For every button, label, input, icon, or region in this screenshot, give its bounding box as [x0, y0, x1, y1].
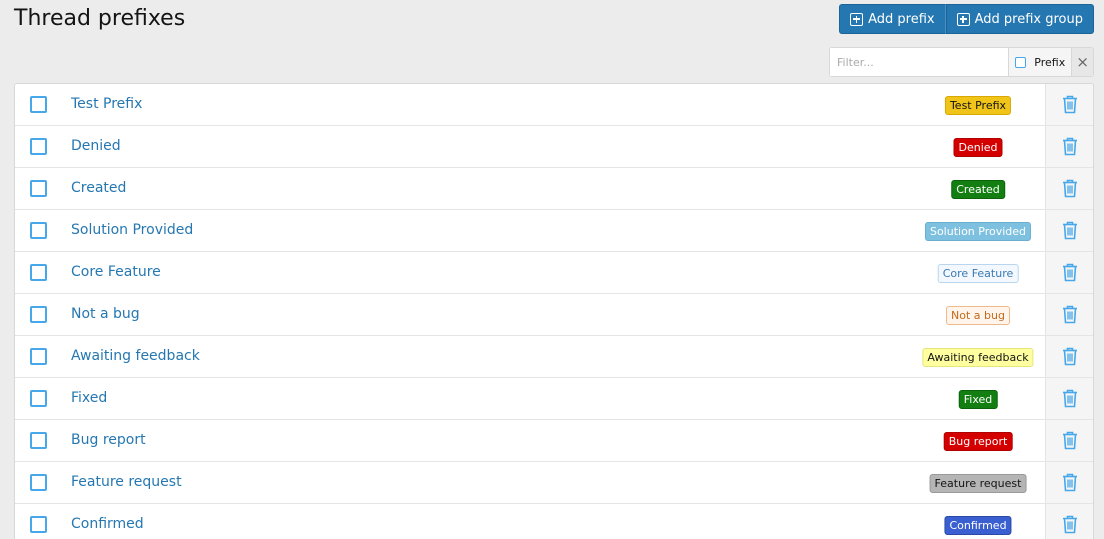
toolbar-button-group: Add prefix Add prefix group	[839, 4, 1094, 34]
page-title: Thread prefixes	[14, 6, 186, 31]
filter-prefix-label: Prefix	[1034, 55, 1066, 69]
row-checkbox[interactable]	[30, 474, 47, 491]
plus-square-icon	[956, 12, 970, 26]
row-checkbox[interactable]	[30, 348, 47, 365]
list-item: Denied Denied	[15, 126, 1093, 168]
list-item: Created Created	[15, 168, 1093, 210]
prefix-title-link[interactable]: Feature request	[71, 474, 182, 490]
row-checkbox[interactable]	[30, 222, 47, 239]
trash-icon	[1062, 473, 1078, 492]
filter-prefix-option[interactable]: Prefix	[1008, 48, 1072, 76]
delete-button[interactable]	[1045, 126, 1093, 167]
row-checkbox[interactable]	[30, 180, 47, 197]
prefix-title-link[interactable]: Core Feature	[71, 264, 161, 280]
delete-button[interactable]	[1045, 84, 1093, 125]
delete-button[interactable]	[1045, 378, 1093, 419]
filter-bar: Prefix ×	[829, 47, 1094, 77]
row-checkbox[interactable]	[30, 432, 47, 449]
trash-icon	[1062, 305, 1078, 324]
row-checkbox[interactable]	[30, 138, 47, 155]
list-item: Core Feature Core Feature	[15, 252, 1093, 294]
list-item: Confirmed Confirmed	[15, 504, 1093, 539]
list-item: Test Prefix Test Prefix	[15, 84, 1093, 126]
prefix-badge: Core Feature	[937, 264, 1019, 283]
trash-icon	[1062, 179, 1078, 198]
add-prefix-group-label: Add prefix group	[974, 11, 1083, 27]
trash-icon	[1062, 389, 1078, 408]
prefix-badge: Not a bug	[946, 306, 1010, 325]
prefix-title-link[interactable]: Confirmed	[71, 516, 144, 532]
prefix-badge: Denied	[953, 138, 1003, 157]
prefix-badge: Solution Provided	[924, 222, 1032, 241]
trash-icon	[1062, 431, 1078, 450]
trash-icon	[1062, 347, 1078, 366]
trash-icon	[1062, 515, 1078, 534]
delete-button[interactable]	[1045, 462, 1093, 503]
delete-button[interactable]	[1045, 336, 1093, 377]
delete-button[interactable]	[1045, 504, 1093, 539]
prefix-title-link[interactable]: Created	[71, 180, 126, 196]
trash-icon	[1062, 263, 1078, 282]
prefix-title-link[interactable]: Bug report	[71, 432, 146, 448]
prefix-title-link[interactable]: Not a bug	[71, 306, 140, 322]
prefix-title-link[interactable]: Solution Provided	[71, 222, 193, 238]
prefix-title-link[interactable]: Fixed	[71, 390, 107, 406]
trash-icon	[1062, 221, 1078, 240]
prefix-title-link[interactable]: Test Prefix	[71, 96, 142, 112]
row-checkbox[interactable]	[30, 96, 47, 113]
prefix-badge: Confirmed	[944, 516, 1012, 535]
filter-prefix-checkbox[interactable]	[1015, 56, 1027, 68]
list-item: Not a bug Not a bug	[15, 294, 1093, 336]
list-item: Feature request Feature request	[15, 462, 1093, 504]
row-checkbox[interactable]	[30, 306, 47, 323]
delete-button[interactable]	[1045, 420, 1093, 461]
add-prefix-label: Add prefix	[868, 11, 935, 27]
add-prefix-group-button[interactable]: Add prefix group	[945, 4, 1094, 34]
filter-input[interactable]	[830, 48, 1009, 76]
delete-button[interactable]	[1045, 294, 1093, 335]
prefix-badge: Feature request	[929, 474, 1027, 493]
delete-button[interactable]	[1045, 210, 1093, 251]
row-checkbox[interactable]	[30, 516, 47, 533]
row-checkbox[interactable]	[30, 264, 47, 281]
row-checkbox[interactable]	[30, 390, 47, 407]
prefix-title-link[interactable]: Denied	[71, 138, 121, 154]
prefix-badge: Awaiting feedback	[922, 348, 1034, 367]
delete-button[interactable]	[1045, 252, 1093, 293]
delete-button[interactable]	[1045, 168, 1093, 209]
prefix-badge: Test Prefix	[944, 96, 1012, 115]
list-item: Fixed Fixed	[15, 378, 1093, 420]
prefix-badge: Fixed	[958, 390, 998, 409]
list-item: Bug report Bug report	[15, 420, 1093, 462]
prefix-list: Test Prefix Test Prefix Denied Denied Cr…	[14, 83, 1094, 539]
prefix-title-link[interactable]: Awaiting feedback	[71, 348, 200, 364]
trash-icon	[1062, 137, 1078, 156]
plus-square-icon	[850, 12, 864, 26]
add-prefix-button[interactable]: Add prefix	[839, 4, 946, 34]
list-item: Awaiting feedback Awaiting feedback	[15, 336, 1093, 378]
trash-icon	[1062, 95, 1078, 114]
list-item: Solution Provided Solution Provided	[15, 210, 1093, 252]
prefix-badge: Bug report	[943, 432, 1013, 451]
close-icon[interactable]: ×	[1071, 48, 1093, 76]
prefix-badge: Created	[951, 180, 1005, 199]
